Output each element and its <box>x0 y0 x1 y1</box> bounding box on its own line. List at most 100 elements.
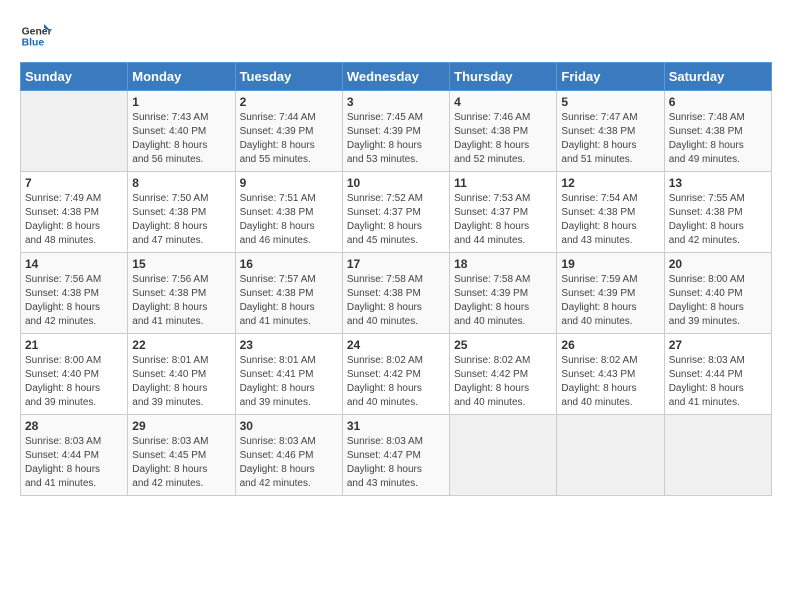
svg-text:Blue: Blue <box>22 38 45 49</box>
calendar-header: SundayMondayTuesdayWednesdayThursdayFrid… <box>21 63 772 91</box>
day-info: Sunrise: 7:47 AM Sunset: 4:38 PM Dayligh… <box>561 111 659 167</box>
day-number: 3 <box>347 95 445 109</box>
day-number: 25 <box>454 338 552 352</box>
day-cell: 8 Sunrise: 7:50 AM Sunset: 4:38 PM Daylig… <box>128 172 235 253</box>
day-cell: 13 Sunrise: 7:55 AM Sunset: 4:38 PM Dayli… <box>664 172 771 253</box>
day-info: Sunrise: 8:02 AM Sunset: 4:43 PM Dayligh… <box>561 354 659 410</box>
day-info: Sunrise: 7:54 AM Sunset: 4:38 PM Dayligh… <box>561 192 659 248</box>
day-number: 9 <box>240 176 338 190</box>
day-cell: 9 Sunrise: 7:51 AM Sunset: 4:38 PM Daylig… <box>235 172 342 253</box>
day-number: 28 <box>25 419 123 433</box>
day-cell: 26Sunrise: 8:02 AM Sunset: 4:43 PM Dayli… <box>557 334 664 415</box>
day-number: 30 <box>240 419 338 433</box>
day-cell <box>21 91 128 172</box>
day-number: 7 <box>25 176 123 190</box>
day-number: 22 <box>132 338 230 352</box>
day-info: Sunrise: 8:03 AM Sunset: 4:47 PM Dayligh… <box>347 435 445 491</box>
week-row-3: 21 Sunrise: 8:00 AM Sunset: 4:40 PM Dayli… <box>21 334 772 415</box>
day-info: Sunrise: 7:56 AM Sunset: 4:38 PM Dayligh… <box>132 273 230 329</box>
header-tuesday: Tuesday <box>235 63 342 91</box>
day-info: Sunrise: 8:01 AM Sunset: 4:40 PM Dayligh… <box>132 354 230 410</box>
day-info: Sunrise: 7:49 AM Sunset: 4:38 PM Dayligh… <box>25 192 123 248</box>
day-info: Sunrise: 8:01 AM Sunset: 4:41 PM Dayligh… <box>240 354 338 410</box>
day-info: Sunrise: 8:00 AM Sunset: 4:40 PM Dayligh… <box>25 354 123 410</box>
day-info: Sunrise: 8:00 AM Sunset: 4:40 PM Dayligh… <box>669 273 767 329</box>
day-info: Sunrise: 8:03 AM Sunset: 4:44 PM Dayligh… <box>25 435 123 491</box>
day-number: 16 <box>240 257 338 271</box>
day-cell: 24Sunrise: 8:02 AM Sunset: 4:42 PM Dayli… <box>342 334 449 415</box>
day-number: 23 <box>240 338 338 352</box>
day-info: Sunrise: 7:48 AM Sunset: 4:38 PM Dayligh… <box>669 111 767 167</box>
day-info: Sunrise: 7:44 AM Sunset: 4:39 PM Dayligh… <box>240 111 338 167</box>
day-cell: 7 Sunrise: 7:49 AM Sunset: 4:38 PM Daylig… <box>21 172 128 253</box>
day-number: 31 <box>347 419 445 433</box>
day-info: Sunrise: 8:03 AM Sunset: 4:46 PM Dayligh… <box>240 435 338 491</box>
day-number: 8 <box>132 176 230 190</box>
day-number: 21 <box>25 338 123 352</box>
header-row: SundayMondayTuesdayWednesdayThursdayFrid… <box>21 63 772 91</box>
day-number: 20 <box>669 257 767 271</box>
day-info: Sunrise: 7:56 AM Sunset: 4:38 PM Dayligh… <box>25 273 123 329</box>
day-cell: 10 Sunrise: 7:52 AM Sunset: 4:37 PM Dayli… <box>342 172 449 253</box>
day-number: 10 <box>347 176 445 190</box>
logo-icon: General Blue <box>20 20 52 52</box>
day-info: Sunrise: 8:02 AM Sunset: 4:42 PM Dayligh… <box>454 354 552 410</box>
day-info: Sunrise: 7:58 AM Sunset: 4:38 PM Dayligh… <box>347 273 445 329</box>
day-number: 5 <box>561 95 659 109</box>
day-cell: 18 Sunrise: 7:58 AM Sunset: 4:39 PM Dayli… <box>450 253 557 334</box>
header-friday: Friday <box>557 63 664 91</box>
day-cell: 15Sunrise: 7:56 AM Sunset: 4:38 PM Dayli… <box>128 253 235 334</box>
day-info: Sunrise: 8:03 AM Sunset: 4:44 PM Dayligh… <box>669 354 767 410</box>
day-number: 27 <box>669 338 767 352</box>
day-info: Sunrise: 7:51 AM Sunset: 4:38 PM Dayligh… <box>240 192 338 248</box>
day-cell: 29 Sunrise: 8:03 AM Sunset: 4:45 PM Dayli… <box>128 415 235 496</box>
day-info: Sunrise: 7:46 AM Sunset: 4:38 PM Dayligh… <box>454 111 552 167</box>
day-cell: 3 Sunrise: 7:45 AM Sunset: 4:39 PM Daylig… <box>342 91 449 172</box>
day-cell: 20 Sunrise: 8:00 AM Sunset: 4:40 PM Dayli… <box>664 253 771 334</box>
day-cell: 1 Sunrise: 7:43 AM Sunset: 4:40 PM Daylig… <box>128 91 235 172</box>
header-monday: Monday <box>128 63 235 91</box>
day-info: Sunrise: 7:50 AM Sunset: 4:38 PM Dayligh… <box>132 192 230 248</box>
day-number: 2 <box>240 95 338 109</box>
day-info: Sunrise: 7:58 AM Sunset: 4:39 PM Dayligh… <box>454 273 552 329</box>
day-number: 17 <box>347 257 445 271</box>
week-row-2: 14Sunrise: 7:56 AM Sunset: 4:38 PM Dayli… <box>21 253 772 334</box>
day-info: Sunrise: 7:52 AM Sunset: 4:37 PM Dayligh… <box>347 192 445 248</box>
day-cell: 14Sunrise: 7:56 AM Sunset: 4:38 PM Dayli… <box>21 253 128 334</box>
day-cell <box>664 415 771 496</box>
day-info: Sunrise: 8:03 AM Sunset: 4:45 PM Dayligh… <box>132 435 230 491</box>
day-cell: 25 Sunrise: 8:02 AM Sunset: 4:42 PM Dayli… <box>450 334 557 415</box>
week-row-0: 1 Sunrise: 7:43 AM Sunset: 4:40 PM Daylig… <box>21 91 772 172</box>
day-cell: 19Sunrise: 7:59 AM Sunset: 4:39 PM Dayli… <box>557 253 664 334</box>
day-number: 11 <box>454 176 552 190</box>
header-sunday: Sunday <box>21 63 128 91</box>
day-info: Sunrise: 7:55 AM Sunset: 4:38 PM Dayligh… <box>669 192 767 248</box>
day-cell: 6Sunrise: 7:48 AM Sunset: 4:38 PM Daylig… <box>664 91 771 172</box>
day-number: 29 <box>132 419 230 433</box>
header-wednesday: Wednesday <box>342 63 449 91</box>
day-number: 19 <box>561 257 659 271</box>
day-cell: 4Sunrise: 7:46 AM Sunset: 4:38 PM Daylig… <box>450 91 557 172</box>
day-cell: 23 Sunrise: 8:01 AM Sunset: 4:41 PM Dayli… <box>235 334 342 415</box>
week-row-1: 7 Sunrise: 7:49 AM Sunset: 4:38 PM Daylig… <box>21 172 772 253</box>
day-info: Sunrise: 7:57 AM Sunset: 4:38 PM Dayligh… <box>240 273 338 329</box>
day-cell: 22 Sunrise: 8:01 AM Sunset: 4:40 PM Dayli… <box>128 334 235 415</box>
day-number: 13 <box>669 176 767 190</box>
day-number: 18 <box>454 257 552 271</box>
day-info: Sunrise: 7:43 AM Sunset: 4:40 PM Dayligh… <box>132 111 230 167</box>
day-info: Sunrise: 7:45 AM Sunset: 4:39 PM Dayligh… <box>347 111 445 167</box>
day-number: 12 <box>561 176 659 190</box>
day-info: Sunrise: 7:53 AM Sunset: 4:37 PM Dayligh… <box>454 192 552 248</box>
day-cell <box>557 415 664 496</box>
day-cell: 30 Sunrise: 8:03 AM Sunset: 4:46 PM Dayli… <box>235 415 342 496</box>
day-cell <box>450 415 557 496</box>
day-cell: 12 Sunrise: 7:54 AM Sunset: 4:38 PM Dayli… <box>557 172 664 253</box>
day-number: 1 <box>132 95 230 109</box>
calendar-table: SundayMondayTuesdayWednesdayThursdayFrid… <box>20 62 772 496</box>
calendar-body: 1 Sunrise: 7:43 AM Sunset: 4:40 PM Daylig… <box>21 91 772 496</box>
header-saturday: Saturday <box>664 63 771 91</box>
day-cell: 28 Sunrise: 8:03 AM Sunset: 4:44 PM Dayli… <box>21 415 128 496</box>
week-row-4: 28 Sunrise: 8:03 AM Sunset: 4:44 PM Dayli… <box>21 415 772 496</box>
day-info: Sunrise: 8:02 AM Sunset: 4:42 PM Dayligh… <box>347 354 445 410</box>
day-cell: 2 Sunrise: 7:44 AM Sunset: 4:39 PM Daylig… <box>235 91 342 172</box>
